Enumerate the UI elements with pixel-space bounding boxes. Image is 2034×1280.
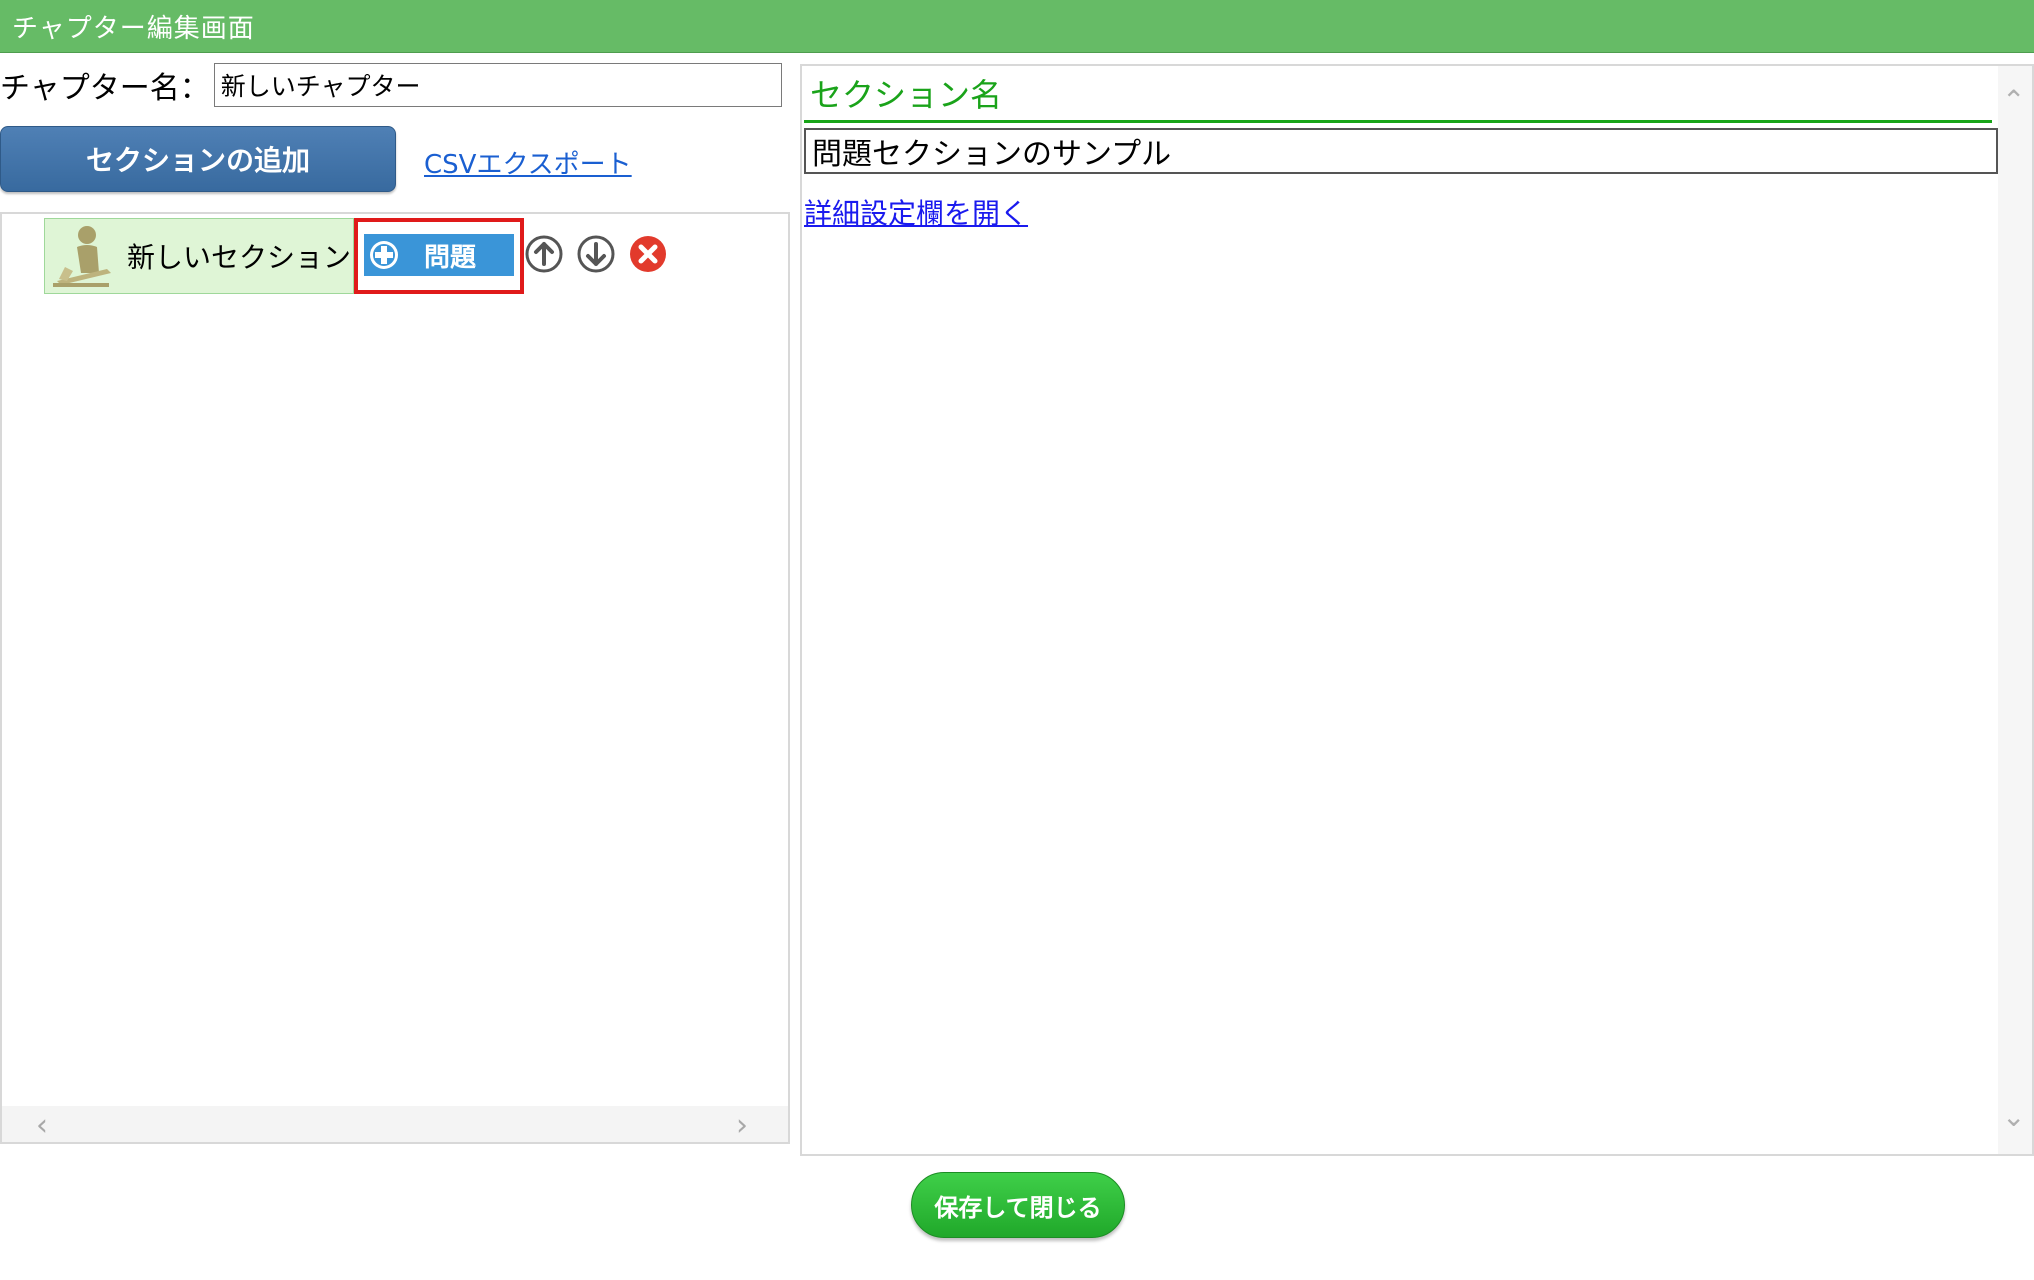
- open-advanced-settings-link[interactable]: 詳細設定欄を開く: [804, 192, 1028, 232]
- scroll-right-icon[interactable]: ›: [736, 1108, 748, 1143]
- section-name-input[interactable]: [804, 128, 1998, 174]
- heading-divider: [804, 120, 1992, 123]
- save-and-close-button[interactable]: 保存して閉じる: [911, 1172, 1125, 1238]
- vertical-scrollbar[interactable]: ⌃ ⌄: [1998, 66, 2032, 1154]
- chevron-down-icon[interactable]: ⌄: [2002, 1100, 2025, 1133]
- highlight-box: 問題: [354, 218, 524, 294]
- scroll-left-icon[interactable]: ‹: [36, 1108, 48, 1143]
- csv-export-link[interactable]: CSVエクスポート: [424, 144, 632, 181]
- chapter-name-row: チャプター名：: [0, 62, 782, 108]
- chapter-name-label: チャプター名：: [0, 71, 210, 106]
- chapter-name-input[interactable]: [213, 63, 782, 107]
- section-tree-panel: 新しいセクション 問題 ‹ ›: [0, 212, 790, 1144]
- plus-circle-icon: [370, 241, 398, 269]
- arrow-up-circle-icon[interactable]: [524, 234, 564, 274]
- tree-section-node[interactable]: 新しいセクション: [44, 218, 354, 294]
- red-x-circle-icon[interactable]: [628, 234, 668, 274]
- section-detail-panel: セクション名 詳細設定欄を開く ⌃ ⌄: [800, 64, 2034, 1156]
- horizontal-scrollbar[interactable]: ‹ ›: [2, 1106, 788, 1143]
- chevron-up-icon[interactable]: ⌃: [2002, 84, 2025, 117]
- add-section-button[interactable]: セクションの追加: [0, 126, 396, 192]
- arrow-down-circle-icon[interactable]: [576, 234, 616, 274]
- person-at-desk-icon: [53, 226, 111, 287]
- add-question-button[interactable]: 問題: [364, 234, 514, 276]
- window-title: チャプター編集画面: [12, 13, 255, 44]
- window-title-bar: チャプター編集画面: [0, 0, 2034, 53]
- section-node-label: 新しいセクション: [127, 241, 352, 274]
- section-name-heading: セクション名: [810, 76, 1003, 114]
- add-question-label: 問題: [424, 242, 477, 273]
